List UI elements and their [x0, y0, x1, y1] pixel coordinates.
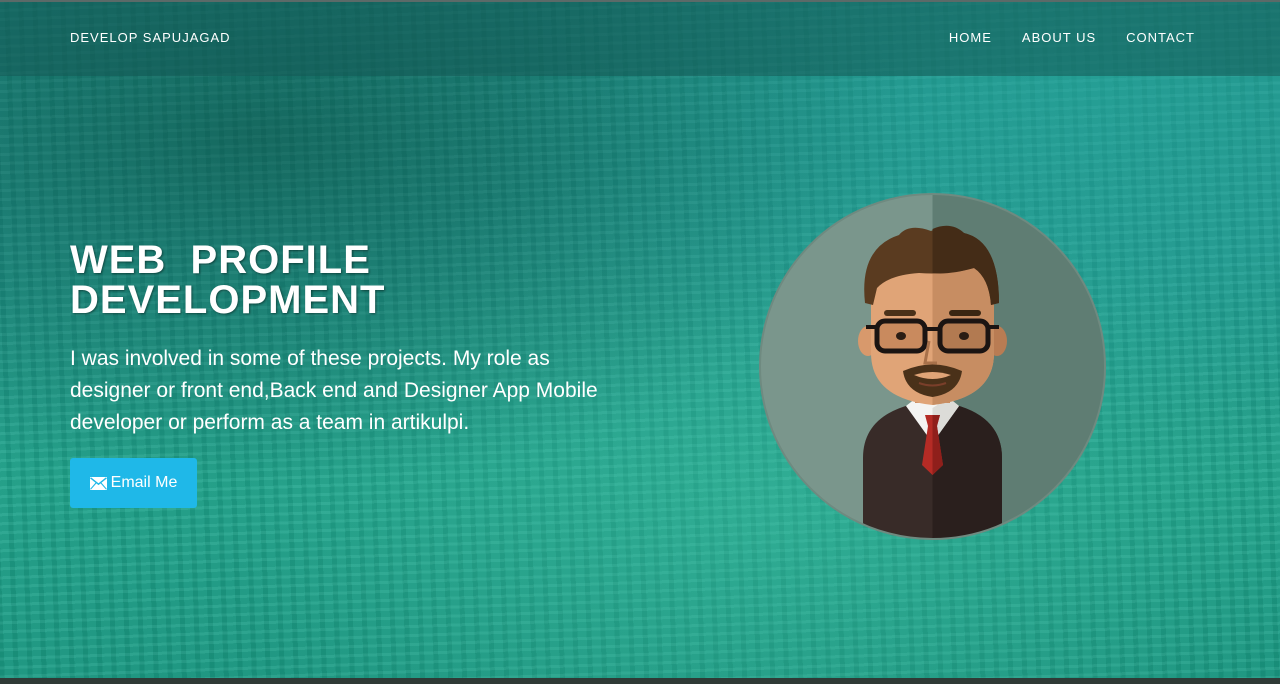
email-me-button[interactable]: Email Me [70, 458, 197, 508]
nav-link-home[interactable]: HOME [949, 30, 992, 45]
navbar: DEVELOP SAPUJAGAD HOME ABOUT US CONTACT [0, 0, 1280, 76]
hero-title-line-2: DEVELOPMENT [70, 278, 386, 322]
bottom-edge [0, 678, 1280, 684]
nav-menu: HOME ABOUT US CONTACT [949, 30, 1195, 45]
hero-title-line-1: WEB PROFILE [70, 238, 371, 282]
page: DEVELOP SAPUJAGAD HOME ABOUT US CONTACT … [0, 0, 1280, 684]
envelope-icon [89, 476, 107, 490]
nav-link-contact[interactable]: CONTACT [1126, 30, 1195, 45]
email-me-button-label: Email Me [110, 474, 178, 491]
brand-link[interactable]: DEVELOP SAPUJAGAD [70, 30, 231, 45]
nav-link-about-us[interactable]: ABOUT US [1022, 30, 1096, 45]
developer-avatar-icon [759, 193, 1106, 540]
hero-description: I was involved in some of these projects… [70, 347, 598, 434]
hero-title: WEB PROFILE DEVELOPMENT [70, 240, 590, 320]
